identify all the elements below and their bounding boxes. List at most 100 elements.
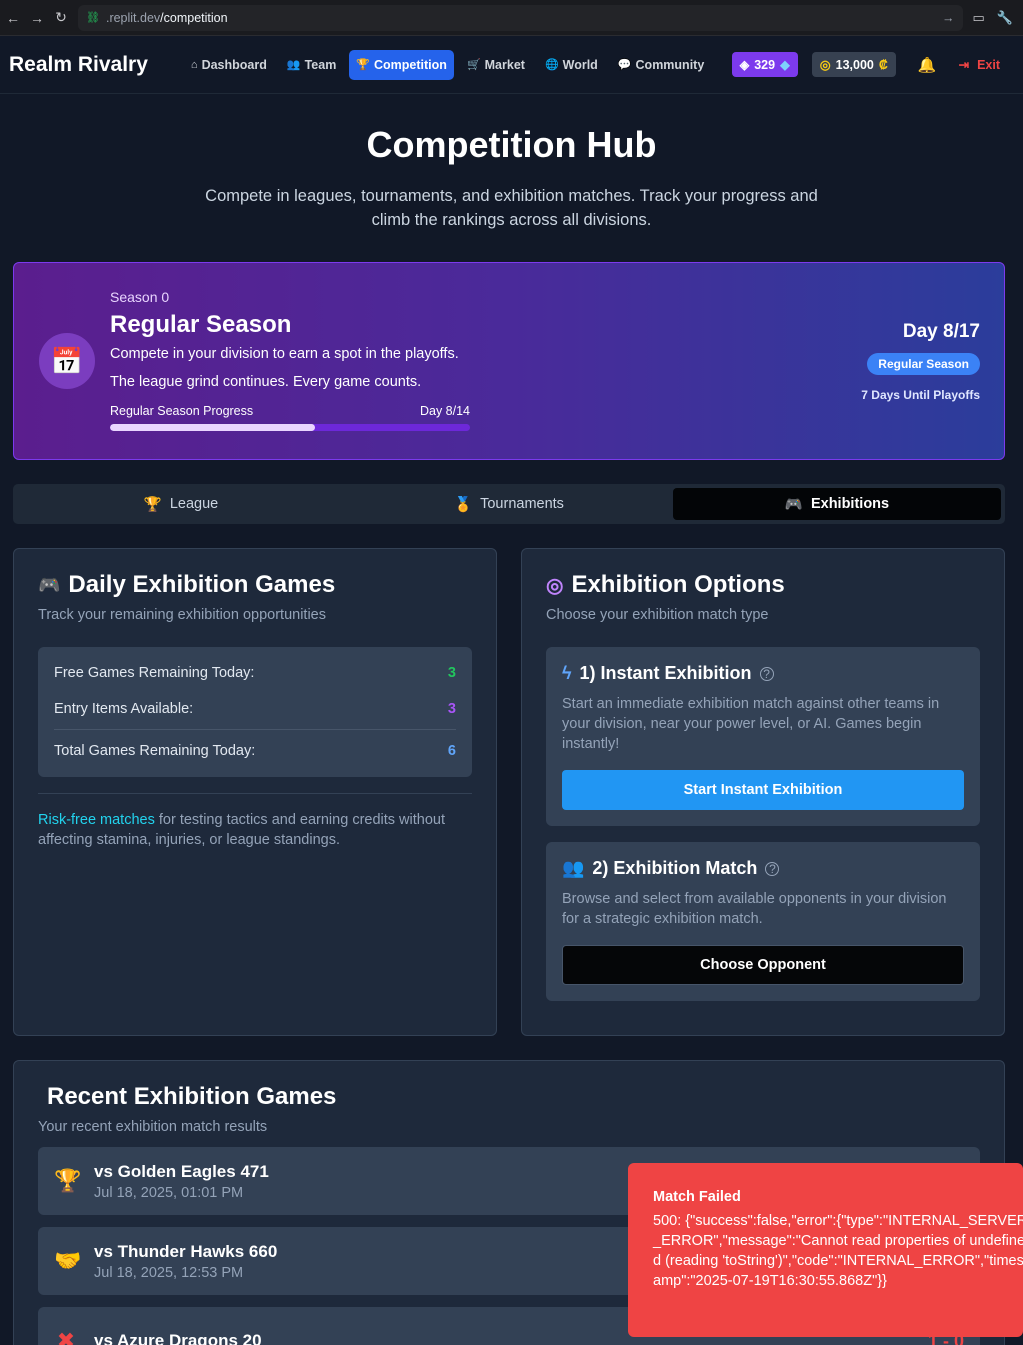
tab-league[interactable]: 🏆 League [17, 488, 345, 520]
recent-card-subtitle: Your recent exhibition match results [38, 1119, 268, 1135]
daily-card-title: Daily Exhibition Games [68, 571, 336, 598]
globe-icon: 🌐 [544, 59, 559, 71]
wrench-icon[interactable]: 🔧 [997, 10, 1013, 26]
game-opponent: vs Thunder Hawks 660 [94, 1241, 278, 1261]
users-icon: 👥 [562, 858, 585, 878]
link-icon: ⛓ [86, 12, 100, 24]
tab-tournaments[interactable]: 🏅 Tournaments [345, 488, 673, 520]
nav-competition[interactable]: 🏆 Competition [349, 49, 454, 80]
chat-icon: 💬 [617, 59, 632, 71]
divider [38, 793, 472, 794]
exhibition-note: Risk-free matches for testing tactics an… [38, 810, 472, 850]
target-icon: ◎ [546, 574, 564, 597]
nav-community[interactable]: 💬 Community [611, 50, 711, 80]
help-icon[interactable]: ? [765, 861, 780, 876]
handshake-icon: 🤝 [54, 1248, 82, 1273]
season-tagline: The league grind continues. Every game c… [110, 374, 422, 390]
choose-opponent-button[interactable]: Choose Opponent [562, 945, 964, 985]
brand-logo[interactable]: Realm Rivalry [9, 53, 148, 77]
logout-icon: ⇥ [958, 58, 970, 72]
progress-label: Regular Season Progress [110, 404, 254, 418]
calendar-icon: 📅 [39, 333, 95, 389]
gems-balance[interactable]: ◈ 329 ◆ [731, 52, 798, 77]
exhibition-match-panel: 👥 2) Exhibition Match? Browse and select … [546, 842, 980, 1001]
page-subtitle: Compete in leagues, tournaments, and exh… [205, 187, 818, 229]
season-banner: 📅 Season 0 Regular Season Compete in you… [13, 262, 1005, 460]
season-label: Season 0 [110, 289, 170, 305]
total-games-value: 6 [447, 743, 456, 759]
nav-team[interactable]: 👥 Team [280, 50, 343, 80]
trophy-icon: 🏆 [143, 496, 162, 513]
gamepad-icon: 🎮 [784, 496, 803, 513]
entry-items-value: 3 [447, 701, 456, 717]
browser-toolbar: ← → ↻ ⛓ .replit.dev/competition → ▭ 🔧 [0, 0, 1023, 36]
daily-stats: Free Games Remaining Today: 3 Entry Items… [38, 647, 472, 777]
go-arrow-icon[interactable]: → [942, 11, 955, 25]
gems-icon: ◈ [739, 58, 750, 72]
page-title: Competition Hub [366, 124, 657, 165]
season-progress-bar [110, 424, 470, 431]
instant-exhibition-title: 1) Instant Exhibition [579, 663, 752, 683]
recent-card-title: Recent Exhibition Games [47, 1083, 337, 1110]
free-games-value: 3 [447, 665, 456, 681]
daily-exhibition-card: 🎮 Daily Exhibition Games Track your remai… [13, 548, 497, 1036]
instant-exhibition-description: Start an immediate exhibition match agai… [562, 696, 940, 752]
toast-title: Match Failed [653, 1189, 741, 1205]
error-toast[interactable]: Match Failed 500: {"success":false,"erro… [628, 1163, 1023, 1337]
users-icon: 👥 [286, 59, 301, 71]
options-card-title: Exhibition Options [571, 571, 785, 598]
url-path: /competition [160, 10, 228, 25]
page-header: Competition Hub Compete in leagues, tour… [0, 94, 1023, 232]
season-description: Compete in your division to earn a spot … [110, 346, 459, 362]
reload-icon[interactable]: ↻ [54, 9, 68, 26]
options-card-subtitle: Choose your exhibition match type [546, 607, 769, 623]
season-day: Day 8/17 [902, 321, 980, 342]
game-date: Jul 18, 2025, 12:53 PM [94, 1264, 244, 1281]
address-bar[interactable]: ⛓ .replit.dev/competition → [78, 4, 963, 31]
entry-items-label: Entry Items Available: [54, 701, 194, 717]
medal-icon: 🏅 [454, 496, 473, 513]
start-instant-exhibition-button[interactable]: Start Instant Exhibition [562, 770, 964, 810]
game-date: Jul 18, 2025, 01:01 PM [94, 1184, 244, 1201]
home-icon: ⌂ [190, 58, 198, 71]
game-opponent: vs Golden Eagles 471 [94, 1161, 269, 1181]
forward-icon[interactable]: → [30, 10, 44, 26]
screen-icon[interactable]: ▭ [973, 10, 985, 26]
playoffs-countdown: 7 Days Until Playoffs [861, 388, 980, 402]
exhibition-options-card: ◎ Exhibition Options Choose your exhibiti… [521, 548, 1005, 1036]
bell-icon[interactable]: 🔔 [918, 56, 937, 74]
free-games-label: Free Games Remaining Today: [54, 665, 255, 681]
game-opponent: vs Azure Dragons 20 [94, 1331, 262, 1345]
back-icon[interactable]: ← [6, 10, 20, 26]
tab-exhibitions[interactable]: 🎮 Exhibitions [673, 488, 1001, 520]
progress-day: Day 8/14 [419, 404, 470, 418]
diamond-icon: ◆ [780, 58, 790, 72]
help-icon[interactable]: ? [759, 666, 774, 681]
nav-world[interactable]: 🌐 World [538, 50, 605, 80]
season-progress-fill [110, 424, 316, 431]
app-navbar: Realm Rivalry ⌂ Dashboard 👥 Team 🏆 Competit… [0, 36, 1023, 94]
coins-icon: ◎ [819, 58, 831, 72]
exit-button[interactable]: ⇥ Exit [958, 57, 1000, 73]
toast-message: 500: {"success":false,"error":{"type":"I… [653, 1213, 1023, 1289]
exhibition-match-description: Browse and select from available opponen… [562, 891, 947, 927]
season-phase-badge: Regular Season [867, 353, 980, 375]
credit-symbol-icon: ₡ [878, 57, 888, 72]
instant-exhibition-panel: ϟ 1) Instant Exhibition? Start an immedia… [546, 647, 980, 826]
competition-tabs: 🏆 League 🏅 Tournaments 🎮 Exhibitions [13, 484, 1005, 524]
credits-balance[interactable]: ◎ 13,000 ₡ [811, 52, 896, 77]
nav-dashboard[interactable]: ⌂ Dashboard [184, 50, 274, 80]
trophy-icon: 🏆 [356, 59, 371, 71]
exhibition-match-title: 2) Exhibition Match [592, 858, 758, 878]
season-title: Regular Season [110, 311, 292, 338]
gamepad-icon: 🎮 [38, 574, 61, 595]
note-highlight: Risk-free matches [38, 812, 155, 828]
nav-market[interactable]: 🛒 Market [460, 50, 532, 80]
lightning-icon: ϟ [562, 663, 572, 683]
url-domain: .replit.dev [105, 10, 161, 25]
daily-card-subtitle: Track your remaining exhibition opportun… [38, 607, 326, 623]
cart-icon: 🛒 [466, 59, 481, 71]
trophy-icon: 🏆 [54, 1168, 82, 1193]
cross-icon: ✖ [56, 1328, 76, 1345]
total-games-label: Total Games Remaining Today: [54, 743, 256, 759]
